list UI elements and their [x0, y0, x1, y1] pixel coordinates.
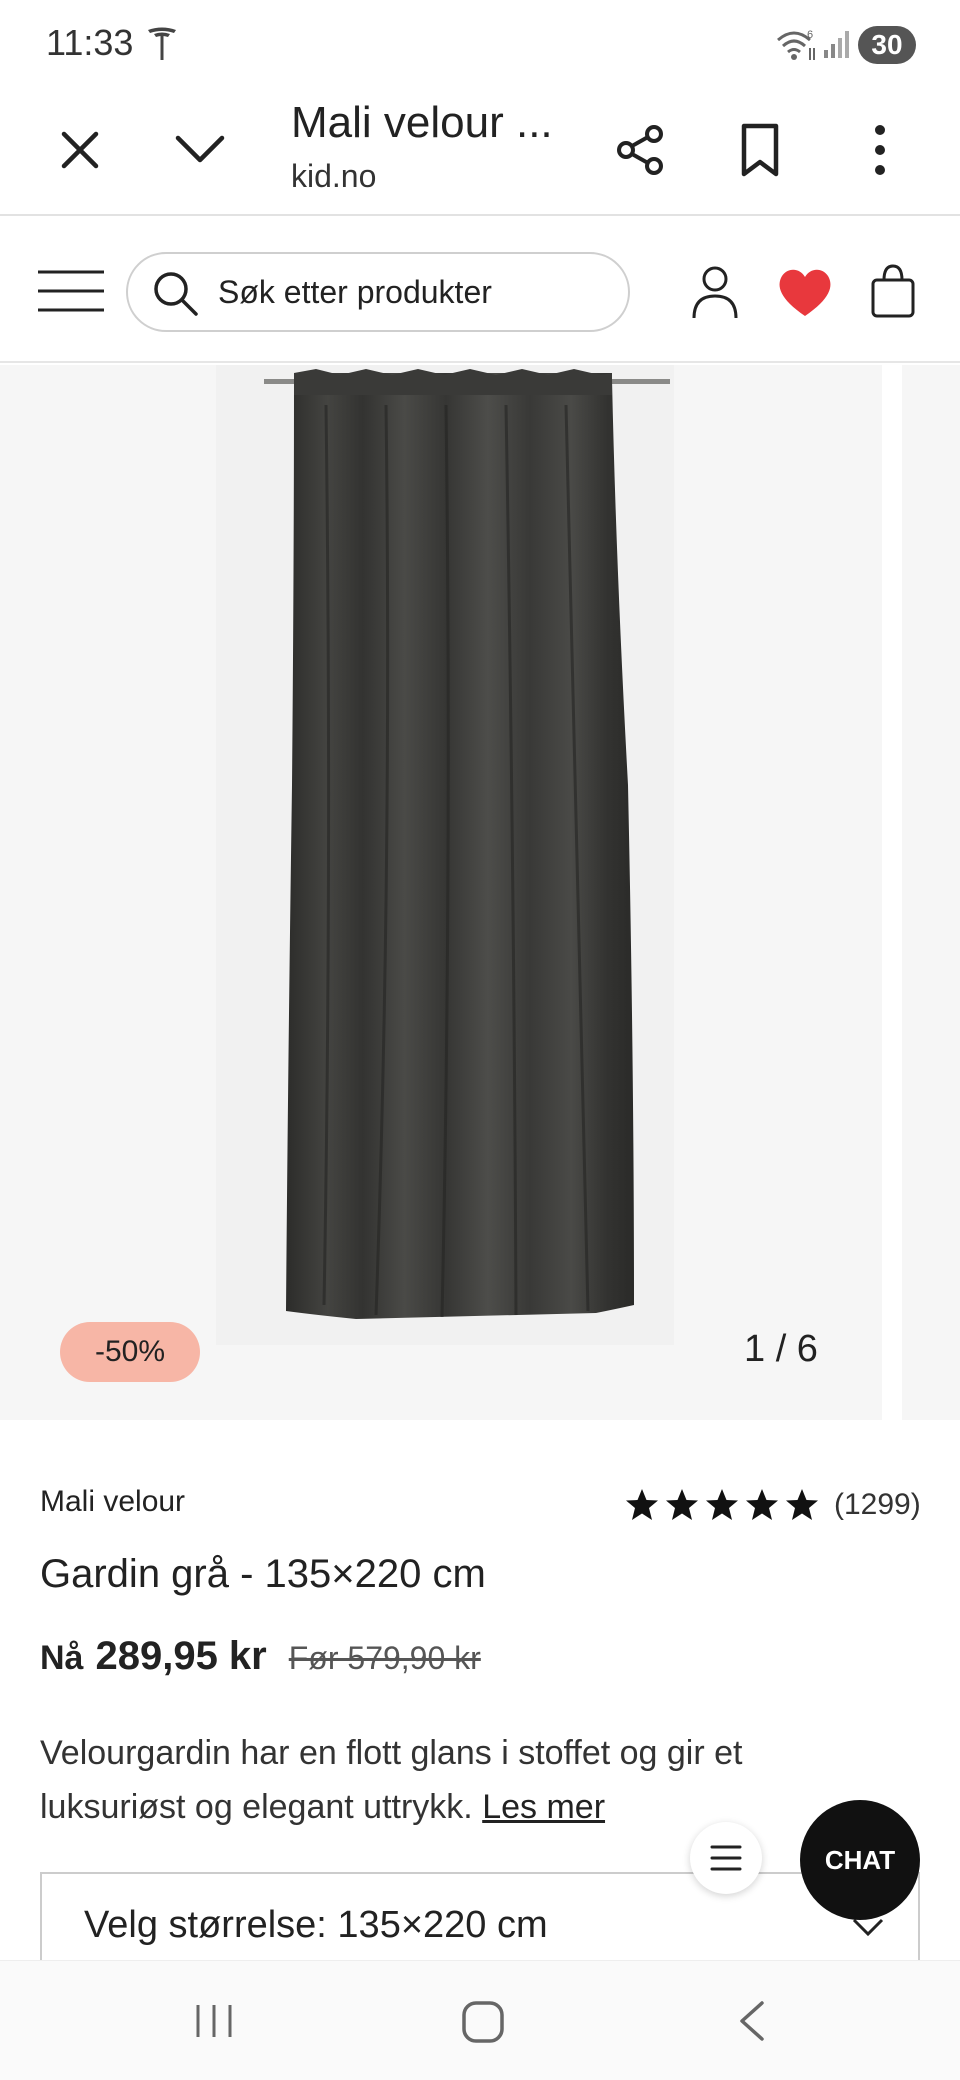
battery-badge: 30: [858, 26, 916, 64]
home-icon[interactable]: [460, 1997, 506, 2045]
star-icon: [706, 1489, 738, 1520]
menu-icon[interactable]: [36, 268, 106, 314]
star-icon: [626, 1489, 658, 1520]
chevron-down-icon[interactable]: [172, 128, 228, 172]
close-icon[interactable]: [56, 126, 104, 174]
recent-apps-icon[interactable]: [192, 2001, 236, 2041]
product-brand[interactable]: Mali velour: [40, 1485, 185, 1519]
star-icon: [746, 1489, 778, 1520]
bookmark-icon[interactable]: [738, 122, 782, 178]
share-icon[interactable]: [612, 122, 668, 178]
signal-icon: [824, 31, 849, 58]
product-title: Gardin grå - 135×220 cm: [40, 1552, 486, 1596]
heart-icon[interactable]: [776, 266, 834, 318]
discount-badge: -50%: [60, 1322, 200, 1382]
more-options-icon[interactable]: [864, 122, 896, 178]
shopping-bag-icon[interactable]: [868, 262, 918, 320]
product-rating[interactable]: (1299): [624, 1485, 921, 1525]
price-row: Nå 289,95 kr Før 579,90 kr: [40, 1634, 481, 1679]
product-description: Velourgardin har en flott glans i stoffe…: [40, 1726, 820, 1834]
slide-counter: 1 / 6: [744, 1328, 818, 1370]
price-before: Før 579,90 kr: [288, 1640, 481, 1676]
status-time: 11:33: [46, 22, 134, 63]
browser-toolbar: Mali velour ... kid.no: [0, 88, 960, 216]
system-nav-bar: [0, 1960, 960, 2080]
wifi-icon: 6: [777, 29, 815, 60]
gallery-next-slide[interactable]: [902, 365, 960, 1420]
search-icon: [154, 272, 198, 316]
svg-text:6: 6: [807, 29, 813, 41]
price-now-label: Nå: [40, 1639, 84, 1677]
read-more-link[interactable]: Les mer: [482, 1788, 605, 1826]
gallery-slide[interactable]: -50% 1 / 6: [0, 365, 882, 1420]
search-placeholder: Søk etter produkter: [218, 274, 492, 310]
size-select-label: Velg størrelse: 135×220 cm: [84, 1904, 548, 1946]
price-now: 289,95 kr: [95, 1634, 267, 1678]
product-gallery[interactable]: -50% 1 / 6: [0, 365, 960, 1420]
rating-count: (1299): [834, 1488, 921, 1521]
list-icon: [710, 1845, 742, 1871]
tesla-icon: [148, 27, 176, 60]
user-icon[interactable]: [690, 264, 740, 320]
chat-button[interactable]: CHAT: [800, 1800, 920, 1920]
back-icon[interactable]: [736, 1999, 766, 2043]
description-text: Velourgardin har en flott glans i stoffe…: [40, 1734, 743, 1826]
site-header: Søk etter produkter: [0, 218, 960, 363]
page-title[interactable]: Mali velour ...: [291, 98, 553, 148]
star-icon: [786, 1489, 818, 1520]
list-menu-button[interactable]: [690, 1822, 762, 1894]
star-icon: [666, 1489, 698, 1520]
page-domain[interactable]: kid.no: [291, 158, 376, 195]
search-input[interactable]: Søk etter produkter: [126, 252, 630, 332]
product-image-curtain[interactable]: [216, 365, 674, 1345]
status-bar: 11:33 6 30: [0, 0, 960, 88]
